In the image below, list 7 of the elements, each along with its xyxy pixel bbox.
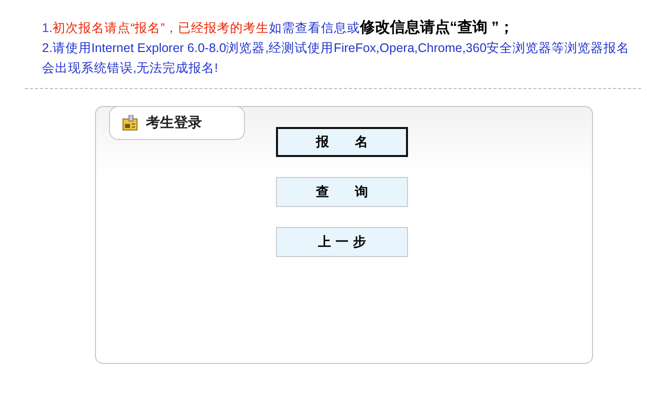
notice-text: 2.请使用Internet Explorer 6.0-8.0浏览器,经测试使用FireFox,Opera,Chrome,360安全浏览器等浏览器报名会出现系统错误,无法完成报名! xyxy=(42,40,631,77)
id-card-icon xyxy=(122,115,138,131)
action-button[interactable]: 上 一 步 xyxy=(276,227,408,257)
action-button[interactable]: 报 名 xyxy=(276,127,408,157)
notice-text: 1.初次报名请点“报名”，已经报考的考生如需查看信息或修改信息请点“查询 ”； xyxy=(42,18,515,38)
panel-title: 考生登录 xyxy=(146,114,202,132)
action-button[interactable]: 查 询 xyxy=(276,177,408,207)
